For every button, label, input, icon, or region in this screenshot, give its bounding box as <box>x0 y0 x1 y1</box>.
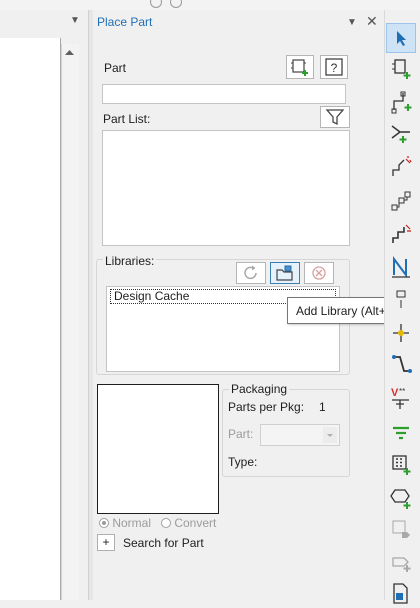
filter-button[interactable] <box>320 106 350 128</box>
place-text-tool[interactable] <box>386 578 416 608</box>
panel-splitter[interactable] <box>88 10 93 600</box>
search-expand-button[interactable]: + <box>97 534 115 551</box>
power-icon <box>392 355 412 373</box>
add-part-button[interactable] <box>286 55 314 79</box>
hierarchical-block-tool[interactable] <box>386 482 416 512</box>
select-tool-button[interactable] <box>386 23 416 53</box>
power-tool[interactable] <box>386 350 416 380</box>
pkg-part-dropdown[interactable] <box>323 427 337 443</box>
ground-icon: V ** <box>391 387 409 409</box>
undo-icon[interactable] <box>150 0 162 8</box>
junction-tool[interactable] <box>386 285 416 315</box>
net-group-icon <box>392 224 411 243</box>
parts-per-pkg-label: Parts per Pkg: <box>228 400 305 414</box>
help-button[interactable]: ? <box>320 55 348 79</box>
add-library-button[interactable] <box>270 262 300 284</box>
bus-entry-icon <box>392 156 412 176</box>
filter-icon <box>325 109 345 126</box>
part-list[interactable] <box>102 130 350 246</box>
place-bus-tool[interactable] <box>386 118 416 148</box>
hierarchical-pin-icon <box>392 520 410 538</box>
net-group-tool[interactable] <box>386 219 416 249</box>
hierarchical-block-icon <box>390 489 411 509</box>
libraries-label: Libraries: <box>103 254 157 268</box>
off-page-connector-tool[interactable] <box>386 417 416 447</box>
svg-text:V: V <box>391 387 399 399</box>
normal-radio-label: Normal <box>112 516 152 530</box>
convert-radio-label: Convert <box>174 516 217 530</box>
place-wire-tool[interactable] <box>386 87 416 117</box>
add-library-icon <box>276 265 293 281</box>
select-tool-icon <box>397 31 406 46</box>
parts-per-pkg-value: 1 <box>319 400 326 414</box>
place-pin-tool[interactable] <box>386 547 416 577</box>
svg-text:**: ** <box>399 387 405 396</box>
no-connect-tool[interactable] <box>386 318 416 348</box>
normal-radio-indicator <box>99 518 109 528</box>
place-pin-icon <box>392 557 411 572</box>
close-icon[interactable]: ✕ <box>366 13 378 30</box>
hierarchical-port-icon <box>392 455 411 475</box>
pkg-part-label: Part: <box>228 427 254 441</box>
remove-icon <box>312 266 326 280</box>
part-input[interactable] <box>102 84 346 104</box>
normal-radio[interactable]: Normal <box>99 516 151 530</box>
ground-tool[interactable]: V ** <box>386 383 416 413</box>
off-page-connector-icon <box>393 426 409 440</box>
part-preview <box>97 384 219 514</box>
place-part-icon <box>392 59 411 79</box>
no-connect-icon <box>393 324 409 342</box>
remove-library-button[interactable] <box>304 262 334 284</box>
document-pane-header: ▼ <box>0 10 88 34</box>
net-alias-icon <box>391 191 411 211</box>
hierarchical-port-tool[interactable] <box>386 450 416 480</box>
redo-icon[interactable] <box>170 0 182 8</box>
convert-radio-indicator <box>161 518 171 528</box>
pkg-type-label: Type: <box>228 455 258 469</box>
add-part-icon <box>291 59 308 76</box>
place-part-tool[interactable] <box>386 54 416 84</box>
vertical-scrollbar[interactable] <box>61 44 79 600</box>
expand-symbol: + <box>102 535 110 549</box>
net-alias-tool[interactable] <box>386 186 416 216</box>
place-text-icon <box>393 583 408 604</box>
chevron-down-icon <box>327 434 333 437</box>
part-label: Part <box>104 61 127 75</box>
top-toolbar-strip <box>0 0 420 10</box>
library-item-label: Design Cache <box>114 289 190 303</box>
hierarchical-pin-tool[interactable] <box>386 515 416 545</box>
search-for-part-label[interactable]: Search for Part <box>123 536 204 550</box>
pkg-part-select[interactable] <box>260 424 340 446</box>
convert-radio[interactable]: Convert <box>161 516 216 530</box>
help-icon: ? <box>325 58 343 76</box>
place-wire-icon <box>391 91 412 114</box>
tooltip-text: Add Library (Alt+A) <box>296 303 398 318</box>
scroll-up-icon[interactable] <box>61 44 78 61</box>
packaging-label: Packaging <box>229 382 290 396</box>
place-bus-icon <box>391 125 410 143</box>
refresh-icon <box>244 265 257 280</box>
panel-menu-icon[interactable]: ▼ <box>347 17 357 28</box>
junction-icon <box>396 290 406 308</box>
document-canvas[interactable] <box>0 38 61 600</box>
bus-entry-tool[interactable] <box>386 152 416 182</box>
pane-dropdown-icon[interactable]: ▼ <box>70 15 80 26</box>
panel-title: Place Part <box>97 15 153 29</box>
svg-text:?: ? <box>331 61 338 75</box>
place-net-icon <box>392 256 410 278</box>
refresh-button[interactable] <box>236 262 266 284</box>
place-net-tool[interactable] <box>386 252 416 282</box>
part-list-label: Part List: <box>103 112 151 126</box>
